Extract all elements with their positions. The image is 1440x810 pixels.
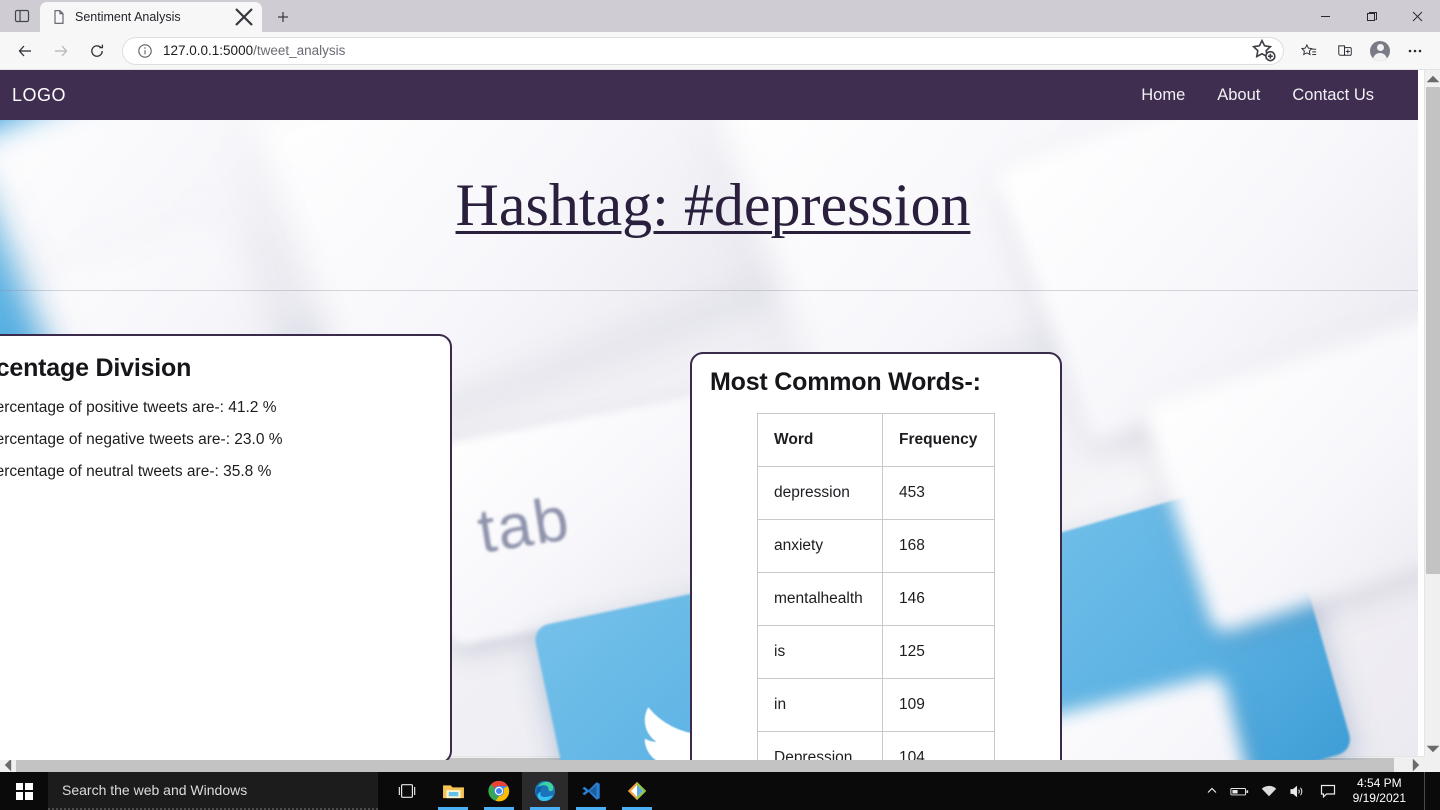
tab-actions-icon[interactable] xyxy=(4,0,40,32)
table-row: mentalhealth 146 xyxy=(757,572,995,626)
page-title: Hashtag: #depression xyxy=(455,171,971,238)
percentage-division-card: Percentage Division The percentage of po… xyxy=(0,334,452,760)
nav-link-home[interactable]: Home xyxy=(1141,86,1185,105)
google-chrome-icon[interactable] xyxy=(476,772,522,810)
tab-strip: Sentiment Analysis xyxy=(0,0,298,32)
windows-start-icon[interactable] xyxy=(0,772,48,810)
close-button[interactable] xyxy=(1394,0,1440,32)
table-row: in 109 xyxy=(757,678,995,732)
most-common-words-card: Most Common Words-: Word Frequency depre… xyxy=(690,352,1062,760)
browser-titlebar: Sentiment Analysis xyxy=(0,0,1440,32)
search-placeholder: Search the web and Windows xyxy=(62,782,248,798)
scrollbar-corner xyxy=(1424,756,1440,772)
toolbar-right-actions xyxy=(1292,36,1432,66)
nav-links: Home About Contact Us xyxy=(1141,86,1400,105)
profile-avatar-icon[interactable] xyxy=(1364,36,1396,66)
page-icon xyxy=(51,9,67,25)
table-header: Word Frequency xyxy=(757,413,995,467)
spyder-icon[interactable] xyxy=(614,772,660,810)
favorites-list-icon[interactable] xyxy=(1292,36,1326,66)
cell-frequency: 146 xyxy=(882,572,995,626)
vertical-scrollbar[interactable] xyxy=(1424,70,1440,757)
column-header-frequency: Frequency xyxy=(882,413,995,467)
url-host: 127.0.0.1:5000 xyxy=(163,43,254,58)
star-plus-icon[interactable] xyxy=(1251,38,1277,63)
content-area: Percentage Division The percentage of po… xyxy=(0,290,1418,760)
address-bar[interactable]: 127.0.0.1:5000/tweet_analysis xyxy=(122,36,1284,65)
negative-percentage-line: The percentage of negative tweets are-: … xyxy=(0,431,283,448)
window-controls xyxy=(1302,0,1440,32)
reload-icon[interactable] xyxy=(80,36,114,66)
clock-date: 9/19/2021 xyxy=(1352,791,1406,805)
more-ellipsis-icon[interactable] xyxy=(1398,36,1432,66)
browser-toolbar: 127.0.0.1:5000/tweet_analysis xyxy=(0,32,1440,70)
battery-icon[interactable] xyxy=(1229,786,1249,797)
table-header-row: Word Frequency xyxy=(757,413,995,467)
cell-word: depression xyxy=(757,466,883,520)
cell-frequency: 104 xyxy=(882,731,995,760)
percentage-card-heading: Percentage Division xyxy=(0,354,192,382)
web-page: LOGO Home About Contact Us tab Hashtag: … xyxy=(0,70,1418,760)
nav-link-contact-us[interactable]: Contact Us xyxy=(1292,86,1374,105)
cell-frequency: 453 xyxy=(882,466,995,520)
windows-taskbar: Search the web and Windows 4:54 PM 9/19/… xyxy=(0,772,1440,810)
system-tray: 4:54 PM 9/19/2021 xyxy=(1206,772,1440,810)
site-logo[interactable]: LOGO xyxy=(12,85,66,106)
cell-frequency: 125 xyxy=(882,625,995,679)
nav-link-about[interactable]: About xyxy=(1217,86,1260,105)
most-common-words-table: Word Frequency depression 453 anxiety 16… xyxy=(757,413,995,760)
cell-frequency: 109 xyxy=(882,678,995,732)
file-explorer-icon[interactable] xyxy=(430,772,476,810)
page-viewport: LOGO Home About Contact Us tab Hashtag: … xyxy=(0,70,1440,772)
task-view-icon[interactable] xyxy=(384,772,430,810)
table-row: is 125 xyxy=(757,625,995,679)
cell-word: Depression xyxy=(757,731,883,760)
show-desktop-button[interactable] xyxy=(1424,772,1430,810)
url-path: /tweet_analysis xyxy=(253,43,346,58)
clock-time: 4:54 PM xyxy=(1356,776,1402,790)
maximize-button[interactable] xyxy=(1348,0,1394,32)
cell-word: mentalhealth xyxy=(757,572,883,626)
taskbar-search-input[interactable]: Search the web and Windows xyxy=(48,772,378,810)
url-text[interactable]: 127.0.0.1:5000/tweet_analysis xyxy=(163,43,1241,58)
volume-icon[interactable] xyxy=(1289,785,1305,798)
table-row: depression 453 xyxy=(757,466,995,520)
taskbar-clock[interactable]: 4:54 PM 9/19/2021 xyxy=(1351,776,1412,806)
positive-percentage-line: The percentage of positive tweets are-: … xyxy=(0,399,277,416)
tab-key-label: tab xyxy=(473,484,576,567)
browser-tab[interactable]: Sentiment Analysis xyxy=(40,2,262,32)
scroll-up-icon[interactable] xyxy=(1425,70,1440,87)
minimize-button[interactable] xyxy=(1302,0,1348,32)
collections-icon[interactable] xyxy=(1328,36,1362,66)
back-arrow-icon[interactable] xyxy=(8,36,42,66)
close-icon[interactable] xyxy=(234,7,254,27)
vs-code-icon[interactable] xyxy=(568,772,614,810)
column-header-word: Word xyxy=(757,413,883,467)
neutral-percentage-line: The percentage of neutral tweets are-: 3… xyxy=(0,463,272,480)
microsoft-edge-icon[interactable] xyxy=(522,772,568,810)
site-navbar: LOGO Home About Contact Us xyxy=(0,70,1418,120)
browser-window: Sentiment Analysis 127.0.0.1:5000/tweet_… xyxy=(0,0,1440,810)
vertical-scrollbar-thumb[interactable] xyxy=(1426,87,1440,574)
cell-word: anxiety xyxy=(757,519,883,573)
table-body: depression 453 anxiety 168 mentalhealth … xyxy=(757,466,995,760)
scroll-down-icon[interactable] xyxy=(1425,740,1440,757)
table-row: anxiety 168 xyxy=(757,519,995,573)
table-row: Depression 104 xyxy=(757,731,995,760)
words-card-heading: Most Common Words-: xyxy=(710,368,981,396)
hero-divider xyxy=(0,290,1418,291)
wifi-icon[interactable] xyxy=(1261,785,1277,797)
avatar xyxy=(1370,40,1390,61)
cell-word: is xyxy=(757,625,883,679)
new-tab-button[interactable] xyxy=(268,2,298,32)
taskbar-apps xyxy=(384,772,660,810)
action-center-icon[interactable] xyxy=(1317,784,1339,798)
show-hidden-icons-icon[interactable] xyxy=(1206,785,1218,797)
tab-title: Sentiment Analysis xyxy=(75,10,181,24)
forward-arrow-icon xyxy=(44,36,78,66)
start-logo xyxy=(15,782,33,800)
site-info-icon[interactable] xyxy=(137,43,153,59)
cell-word: in xyxy=(757,678,883,732)
cell-frequency: 168 xyxy=(882,519,995,573)
